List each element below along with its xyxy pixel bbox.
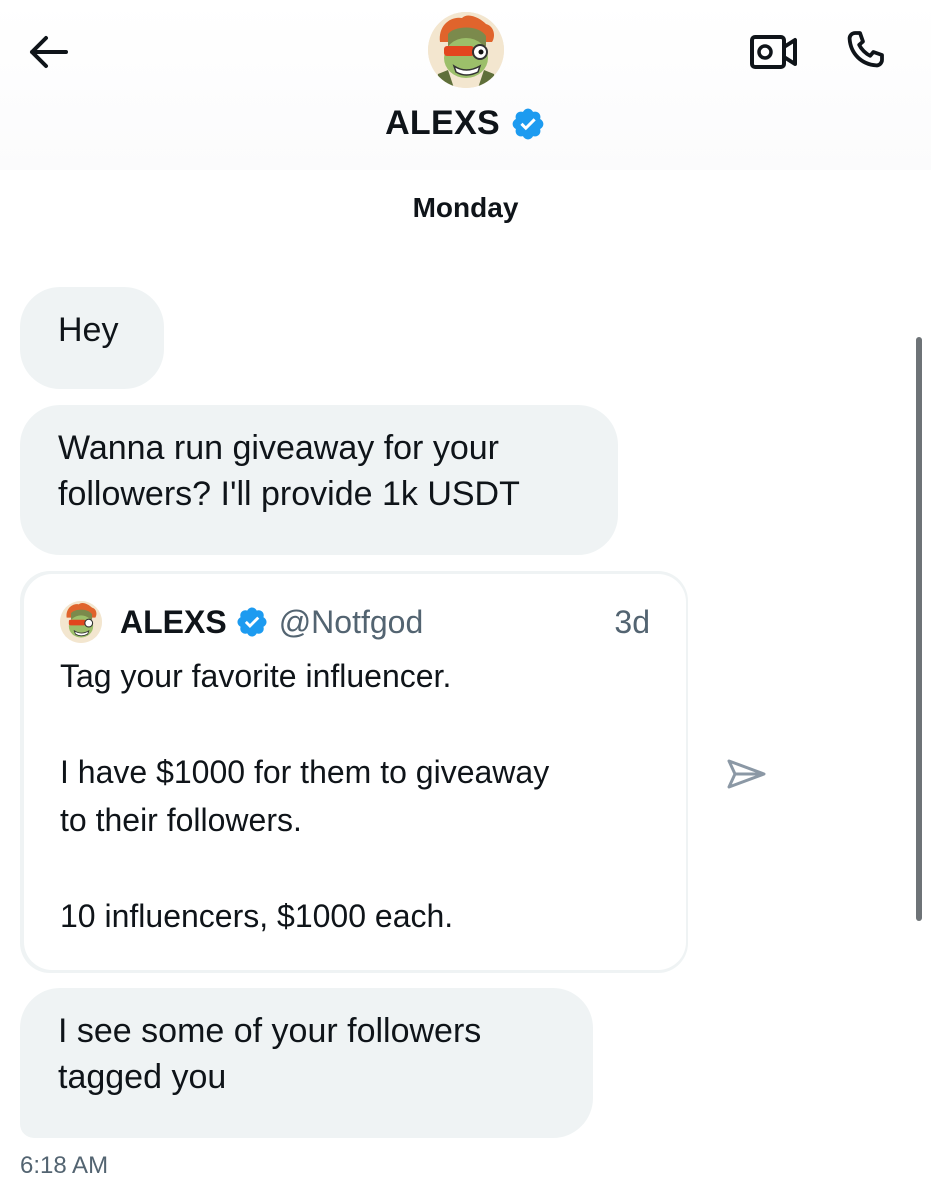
message-bubble[interactable]: Wanna run giveaway for your followers? I… xyxy=(20,405,618,555)
message-bubble[interactable]: I see some of your followers tagged you xyxy=(20,988,593,1138)
verified-badge-icon xyxy=(235,605,269,639)
message-bubble[interactable]: Hey xyxy=(20,287,164,389)
send-icon xyxy=(727,759,766,789)
quoted-post-header: ALEXS @Notfgod 3d xyxy=(60,600,650,644)
video-call-button[interactable] xyxy=(744,26,804,78)
quoted-post-body: Tag your favorite influencer. I have $10… xyxy=(60,652,650,940)
avatar-image xyxy=(428,12,504,88)
day-separator: Monday xyxy=(412,192,519,223)
avatar[interactable] xyxy=(428,12,504,88)
quoted-post-time: 3d xyxy=(614,603,650,640)
quoted-post-text-line: to their followers. xyxy=(60,802,302,838)
back-button[interactable] xyxy=(20,28,76,76)
quoted-post-text-line: 10 influencers, $1000 each. xyxy=(60,898,454,934)
message-text-line: Wanna run giveaway for your xyxy=(58,429,499,467)
contact-name-row: ALEXS xyxy=(0,104,931,143)
message-timestamp: 6:18 AM xyxy=(20,1152,109,1179)
verified-badge-icon xyxy=(510,106,546,142)
quoted-post-author-name: ALEXS xyxy=(120,603,227,640)
scrollbar[interactable] xyxy=(916,337,922,921)
quoted-post-text-line: I have $1000 for them to giveaway xyxy=(60,754,550,790)
quoted-post-handle: @Notfgod xyxy=(278,603,424,640)
contact-name: ALEXS xyxy=(385,104,500,142)
video-call-icon xyxy=(750,35,797,69)
share-post-button[interactable] xyxy=(720,750,772,798)
message-text-line: I see some of your followers xyxy=(58,1012,482,1050)
voice-call-button[interactable] xyxy=(836,22,896,78)
quoted-post-text-line: Tag your favorite influencer. xyxy=(60,658,452,694)
phone-icon xyxy=(847,31,884,68)
message-text-line: followers? I'll provide 1k USDT xyxy=(58,475,520,513)
quoted-post-card[interactable]: ALEXS @Notfgod 3d Tag your favorite infl… xyxy=(24,574,686,970)
arrow-left-icon xyxy=(30,36,68,68)
message-text-line: tagged you xyxy=(58,1058,227,1096)
quoted-post-avatar xyxy=(60,601,102,643)
message-text: Hey xyxy=(58,311,119,349)
